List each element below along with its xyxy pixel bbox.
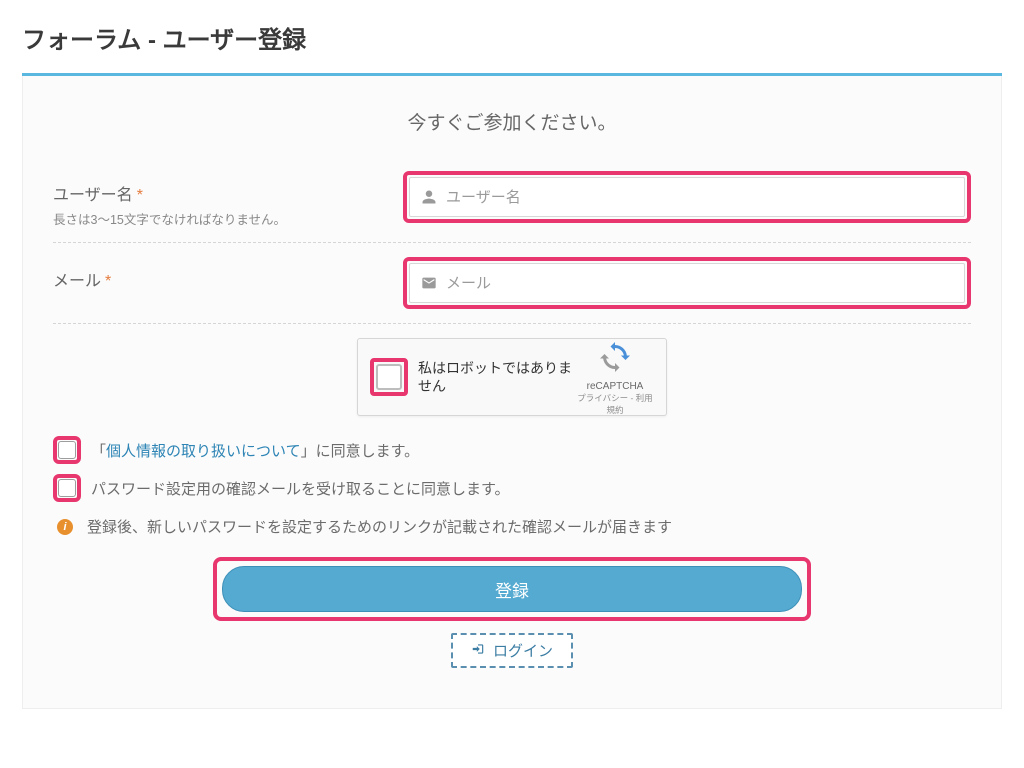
envelope-icon [421,275,437,291]
username-label: ユーザー名 [53,187,133,204]
mail-consent-text: パスワード設定用の確認メールを受け取ることに同意します。 [91,478,510,499]
username-input[interactable] [409,177,965,217]
subtitle: 今すぐご参加ください。 [53,108,971,135]
required-mark: * [105,273,111,290]
required-mark: * [137,187,143,204]
mail-consent-checkbox[interactable] [58,479,76,497]
user-icon [421,189,437,205]
recaptcha-widget: 私はロボットではありません reCAPTCHA プライバシー - 利用規約 [357,338,667,416]
login-button[interactable]: ログイン [451,633,573,668]
register-button[interactable]: 登録 [222,566,802,612]
info-note-text: 登録後、新しいパスワードを設定するためのリンクが記載された確認メールが届きます [87,516,672,537]
consent-mail-row: パスワード設定用の確認メールを受け取ることに同意します。 [53,474,971,502]
email-label: メール [53,273,101,290]
login-button-label: ログイン [493,640,553,661]
highlight-box [403,171,971,223]
highlight-box [370,358,408,396]
privacy-consent-checkbox[interactable] [58,441,76,459]
username-row: ユーザー名* 長さは3〜15文字でなければなりません。 [53,171,971,243]
username-hint: 長さは3〜15文字でなければなりません。 [53,209,403,228]
recaptcha-label: 私はロボットではありません [418,359,576,395]
highlight-box [53,474,81,502]
privacy-policy-link[interactable]: 個人情報の取り扱いについて [106,443,301,460]
info-icon: i [57,519,73,535]
recaptcha-legal: プライバシー - 利用規約 [576,392,654,416]
recaptcha-logo-icon [597,362,633,379]
privacy-prefix: 「 [91,443,106,460]
email-input[interactable] [409,263,965,303]
registration-panel: 今すぐご参加ください。 ユーザー名* 長さは3〜15文字でなければなりません。 [22,76,1002,709]
highlight-box: 登録 [213,557,811,621]
highlight-box [403,257,971,309]
page-title: フォーラム - ユーザー登録 [22,20,1002,55]
email-row: メール* [53,257,971,324]
recaptcha-checkbox[interactable] [376,364,402,390]
consent-privacy-row: 「個人情報の取り扱いについて」に同意します。 [53,436,971,464]
info-note-row: i 登録後、新しいパスワードを設定するためのリンクが記載された確認メールが届きま… [53,516,971,537]
recaptcha-brand: reCAPTCHA [576,381,654,392]
login-arrow-icon [471,642,485,660]
privacy-suffix: 」に同意します。 [301,443,420,460]
highlight-box [53,436,81,464]
